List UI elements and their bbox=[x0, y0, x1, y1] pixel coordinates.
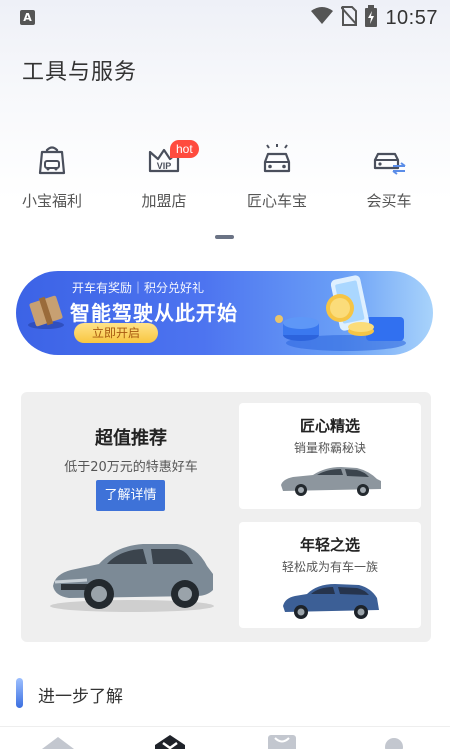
status-indicators: 10:57 bbox=[311, 4, 438, 32]
section-accent-bar bbox=[16, 678, 23, 708]
recommendation-title: 超值推荐 bbox=[95, 428, 167, 449]
status-bar: A 10:57 bbox=[0, 0, 450, 36]
banner-subtitle: 开车有奖励｜积分兑好礼 bbox=[72, 281, 205, 295]
service-grid: 小宝福利 VIP 加盟店 匠心车宝 会买车 bbox=[0, 136, 450, 216]
service-label: 匠心车宝 bbox=[246, 192, 307, 210]
service-item-welfare[interactable]: 小宝福利 bbox=[2, 136, 102, 216]
bottom-nav bbox=[0, 726, 450, 749]
service-item-craftsman[interactable]: 匠心车宝 bbox=[227, 136, 327, 216]
app-notification-icon: A bbox=[20, 10, 35, 25]
gift-bag-icon bbox=[34, 142, 70, 178]
service-label: 会买车 bbox=[366, 192, 412, 210]
recommendation-panel: 超值推荐 低于20万元的特惠好车 了解详情 匠心精选 销量称霸秘诀 年轻之选 轻… bbox=[21, 392, 431, 642]
banner-title: 智能驾驶从此开始 bbox=[70, 301, 238, 325]
status-time: 10:57 bbox=[385, 6, 438, 29]
explore-icon[interactable] bbox=[150, 733, 190, 749]
card-title: 年轻之选 bbox=[299, 536, 360, 554]
recommendation-main[interactable]: 超值推荐 低于20万元的特惠好车 了解详情 bbox=[21, 392, 236, 642]
recommendation-card-youth[interactable]: 年轻之选 轻松成为有车一族 bbox=[239, 522, 421, 628]
banner-start-button[interactable]: 立即开启 bbox=[74, 323, 158, 343]
service-item-franchise[interactable]: VIP 加盟店 bbox=[114, 136, 214, 216]
promo-banner[interactable]: 开车有奖励｜积分兑好礼 智能驾驶从此开始 立即开启 bbox=[16, 271, 433, 355]
profile-icon[interactable] bbox=[374, 733, 414, 749]
coins-phone-illustration bbox=[271, 273, 421, 355]
gift-box-icon bbox=[26, 287, 66, 335]
card-subtitle: 销量称霸秘诀 bbox=[293, 441, 366, 455]
suv-car-image bbox=[47, 534, 217, 618]
car-front-icon bbox=[259, 142, 295, 178]
car-exchange-icon bbox=[371, 142, 407, 178]
blue-suv-image bbox=[281, 580, 381, 624]
svg-text:VIP: VIP bbox=[157, 161, 172, 171]
service-label: 加盟店 bbox=[141, 192, 187, 210]
card-title: 匠心精选 bbox=[299, 417, 360, 435]
recommendation-card-craftsman[interactable]: 匠心精选 销量称霸秘诀 bbox=[239, 403, 421, 509]
learn-more-button[interactable]: 了解详情 bbox=[96, 480, 165, 511]
sedan-car-image bbox=[279, 463, 383, 501]
recommendation-subtitle: 低于20万元的特惠好车 bbox=[64, 460, 198, 475]
shop-icon[interactable] bbox=[262, 733, 302, 749]
battery-charging-icon bbox=[365, 5, 378, 31]
wifi-icon bbox=[311, 7, 334, 29]
section-title: 进一步了解 bbox=[38, 687, 123, 707]
no-sim-icon bbox=[340, 6, 359, 30]
service-item-buy-car[interactable]: 会买车 bbox=[339, 136, 439, 216]
card-subtitle: 轻松成为有车一族 bbox=[281, 560, 378, 574]
page-title: 工具与服务 bbox=[22, 60, 138, 85]
hot-badge: hot bbox=[170, 140, 199, 158]
page-indicator[interactable] bbox=[215, 235, 234, 239]
service-label: 小宝福利 bbox=[21, 192, 82, 210]
home-icon[interactable] bbox=[38, 733, 78, 749]
